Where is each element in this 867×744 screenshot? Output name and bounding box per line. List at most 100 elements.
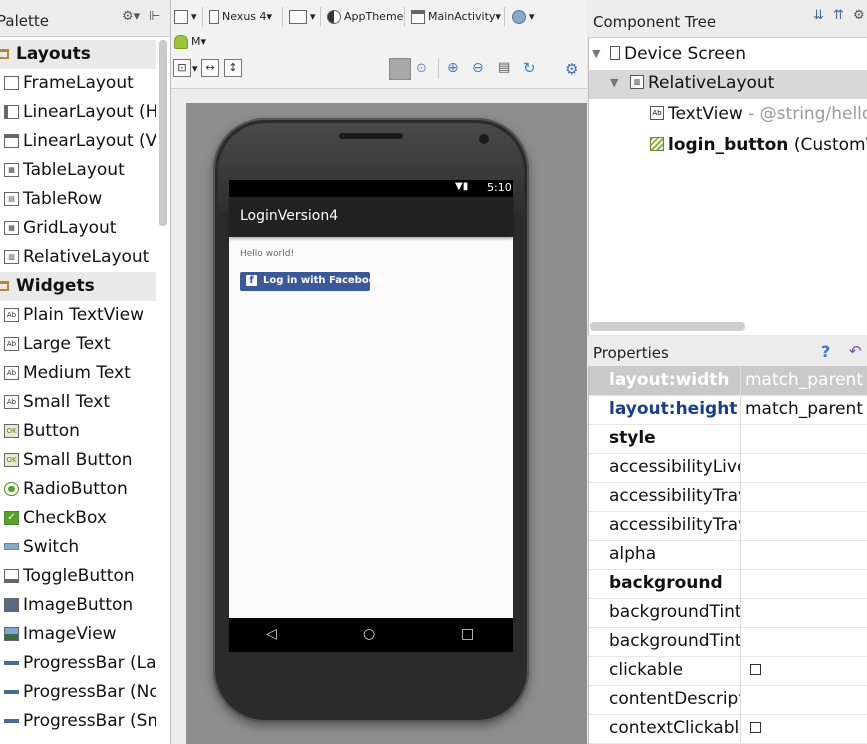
api-level-selector[interactable]: M▾	[174, 35, 206, 49]
tree-horizontal-scrollbar[interactable]	[590, 322, 745, 331]
property-row-accessibility-traversal-after[interactable]: accessibilityTrave	[589, 482, 867, 512]
property-row-context-clickable[interactable]: contextClickable	[589, 714, 867, 744]
properties-title: Properties	[593, 344, 669, 362]
property-row-style[interactable]: style	[589, 424, 867, 454]
expand-arrow-icon[interactable]: ▼	[592, 47, 600, 60]
palette-group-widgets[interactable]: Widgets	[0, 272, 156, 301]
property-row-background-tint[interactable]: backgroundTint	[589, 598, 867, 628]
dropdown-arrow-icon[interactable]: ▾	[192, 62, 198, 75]
palette-item[interactable]: Switch	[0, 533, 156, 562]
property-row-accessibility-traversal-before[interactable]: accessibilityTrave	[589, 511, 867, 541]
palette-item[interactable]: OK Button	[0, 417, 156, 446]
tree-node-relativelayout[interactable]: ▼ ▥ RelativeLayout	[589, 70, 867, 99]
tree-node-device-screen[interactable]: ▼ Device Screen	[589, 41, 867, 70]
image-button-icon	[4, 598, 19, 612]
app-title: LoginVersion4	[240, 208, 339, 224]
checkbox-icon: ✓	[4, 511, 19, 525]
palette-group-layouts[interactable]: Layouts	[0, 40, 156, 69]
tree-node-login-button[interactable]: login_button (CustomVie	[589, 132, 867, 161]
textview-icon: Ab	[4, 395, 19, 409]
property-row-background[interactable]: background	[589, 569, 867, 599]
property-row-accessibility-live-region[interactable]: accessibilityLiveR	[589, 453, 867, 483]
table-layout-icon: ▦	[4, 163, 19, 177]
device-screen[interactable]	[229, 180, 513, 618]
expand-vertical-icon[interactable]: ↕	[224, 59, 242, 77]
help-icon[interactable]: ?	[821, 342, 830, 361]
property-row-layout-width[interactable]: layout:width match_parent	[589, 366, 867, 396]
refresh-icon[interactable]: ↻	[523, 59, 536, 77]
palette-item[interactable]: ProgressBar (Sma	[0, 707, 156, 736]
expand-arrow-icon[interactable]: ▼	[610, 76, 618, 89]
palette-item[interactable]: RadioButton	[0, 475, 156, 504]
palette-item[interactable]: ▥ RelativeLayout	[0, 243, 156, 272]
grid-layout-icon: ▦	[4, 221, 19, 235]
palette-item[interactable]: ▦ TableLayout	[0, 156, 156, 185]
progress-bar-icon	[4, 661, 19, 665]
palette-item[interactable]: ProgressBar (Larg	[0, 649, 156, 678]
toolbar-separator	[504, 7, 505, 27]
palette-item[interactable]: OK Small Button	[0, 446, 156, 475]
device-selector[interactable]: Nexus 4▾	[209, 10, 272, 24]
settings-gear-icon[interactable]: ⚙	[565, 60, 578, 78]
palette-item[interactable]: Ab Medium Text	[0, 359, 156, 388]
file-menu-button[interactable]: ▾	[174, 10, 197, 24]
screenshot-icon[interactable]: ▤	[498, 60, 510, 75]
zoom-out-icon[interactable]: ⊖	[472, 60, 484, 76]
gear-icon[interactable]: ⚙▾	[122, 9, 140, 24]
zoom-in-icon[interactable]: ⊕	[447, 60, 459, 76]
palette-item[interactable]: FrameLayout	[0, 69, 156, 98]
orientation-selector[interactable]: ▾	[289, 10, 316, 24]
hello-textview[interactable]: Hello world!	[240, 249, 294, 259]
palette-item[interactable]: LinearLayout (Ho	[0, 98, 156, 127]
palette-item[interactable]: ▤ TableRow	[0, 185, 156, 214]
palette-item[interactable]: Ab Large Text	[0, 330, 156, 359]
component-tree-title: Component Tree	[593, 13, 717, 31]
palette-item[interactable]: ToggleButton	[0, 562, 156, 591]
folder-icon	[0, 281, 9, 291]
context-clickable-checkbox[interactable]	[750, 722, 761, 733]
image-view-icon	[4, 627, 19, 641]
palette-item[interactable]: LinearLayout (Ver	[0, 127, 156, 156]
wifi-battery-icon: ▼▮	[455, 181, 469, 192]
globe-icon	[512, 10, 526, 24]
linear-layout-horizontal-icon	[4, 105, 19, 119]
zoom-to-fit-icon[interactable]: ⊡	[173, 59, 191, 77]
theme-selector[interactable]: AppTheme	[327, 10, 403, 24]
property-row-layout-height[interactable]: layout:height match_parent	[589, 395, 867, 425]
palette-item[interactable]: ▦ GridLayout	[0, 214, 156, 243]
expand-horizontal-icon[interactable]: ↔	[201, 59, 219, 77]
undo-icon[interactable]: ↶	[849, 342, 862, 360]
property-row-background-tint-mode[interactable]: backgroundTintM	[589, 627, 867, 657]
zoom-100-icon[interactable]: ⊙	[416, 61, 427, 76]
linear-layout-vertical-icon	[4, 134, 19, 148]
property-row-clickable[interactable]: clickable	[589, 656, 867, 686]
expand-all-icon[interactable]: ⇊	[813, 8, 824, 23]
textview-icon: Ab	[4, 366, 19, 380]
property-row-content-description[interactable]: contentDescripti	[589, 685, 867, 715]
collapse-all-icon[interactable]: ⇈	[833, 8, 844, 23]
palette-item[interactable]: ImageButton	[0, 591, 156, 620]
activity-selector[interactable]: MainActivity▾	[411, 10, 501, 24]
locale-selector[interactable]: ▾	[512, 10, 535, 24]
tree-settings-icon[interactable]: ⚙	[853, 8, 865, 23]
palette-item[interactable]: Ab Plain TextView	[0, 301, 156, 330]
activity-icon	[411, 10, 425, 24]
palette-item[interactable]: ✓ CheckBox	[0, 504, 156, 533]
collapse-icon[interactable]: ⊩	[149, 9, 160, 24]
palette-item[interactable]: ProgressBar (Nor	[0, 678, 156, 707]
orientation-icon	[289, 10, 307, 24]
property-row-alpha[interactable]: alpha	[589, 540, 867, 570]
clickable-checkbox[interactable]	[750, 664, 761, 675]
switch-icon	[4, 543, 19, 550]
relative-layout-icon: ▥	[4, 250, 19, 264]
palette-scrollbar[interactable]	[159, 40, 167, 226]
progress-bar-icon	[4, 719, 19, 723]
palette-item[interactable]: Ab Small Text	[0, 388, 156, 417]
custom-view-icon	[650, 137, 664, 151]
zoom-actual-toggle[interactable]	[389, 58, 411, 80]
table-row-icon: ▤	[4, 192, 19, 206]
palette-item[interactable]: ImageView	[0, 620, 156, 649]
device-camera	[479, 134, 489, 144]
tree-node-textview[interactable]: Ab TextView - @string/hello_	[589, 101, 867, 130]
toolbar-separator	[202, 7, 203, 27]
